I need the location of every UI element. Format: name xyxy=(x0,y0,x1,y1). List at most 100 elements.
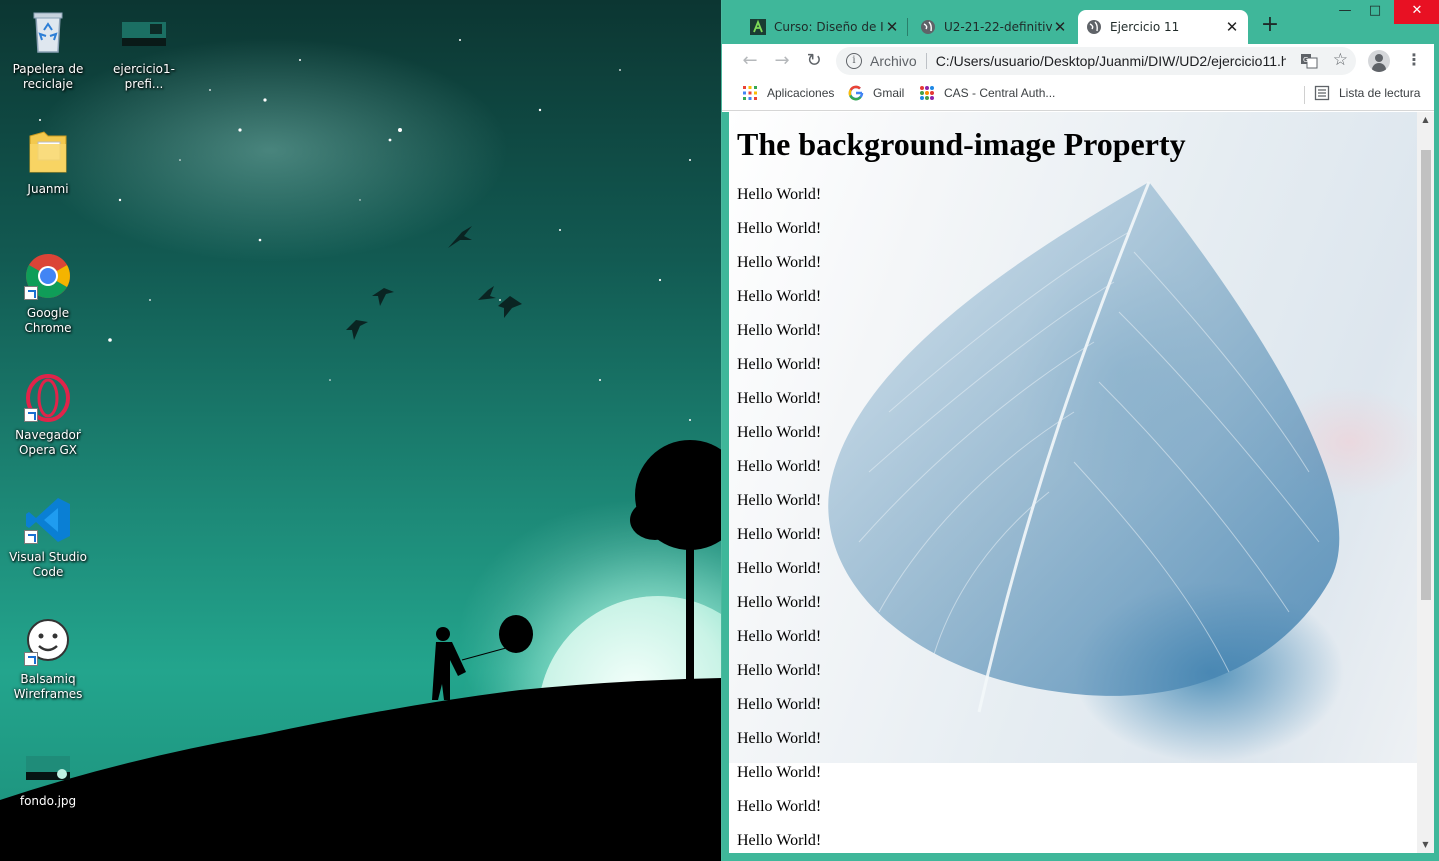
desktop-icon-juanmi[interactable]: Juanmi xyxy=(0,128,96,197)
bookmarks-bar: Aplicaciones Gmail CAS - Central Auth...… xyxy=(722,78,1439,111)
tab-close-icon[interactable]: ✕ xyxy=(884,18,900,36)
desktop-icon-recycle-bin[interactable]: Papelera de reciclaje xyxy=(0,8,96,92)
folder-icon xyxy=(24,128,72,176)
globe-icon xyxy=(1086,19,1102,35)
paragraph: Hello World! xyxy=(737,356,822,373)
shortcut-arrow-icon xyxy=(24,652,38,666)
chrome-icon xyxy=(24,252,72,300)
paragraph: Hello World! xyxy=(737,458,822,475)
paragraph: Hello World! xyxy=(737,628,822,645)
profile-avatar-icon[interactable] xyxy=(1368,50,1390,72)
translate-icon[interactable]: G xyxy=(1300,52,1318,70)
tab-ejercicio-11[interactable]: Ejercicio 11 ✕ xyxy=(1078,10,1248,44)
recycle-bin-icon xyxy=(24,8,72,56)
paragraph: Hello World! xyxy=(737,526,822,543)
svg-text:G: G xyxy=(1303,56,1308,64)
desktop-icon-vscode[interactable]: Visual Studio Code xyxy=(0,496,96,580)
desktop-icon-ejercicio1-prefi[interactable]: ejercicio1-prefi... xyxy=(96,8,192,92)
minimize-button[interactable]: — xyxy=(1330,0,1360,24)
tab-title: Curso: Diseño de Interfaces xyxy=(774,20,884,34)
paragraph: Hello World! xyxy=(737,220,822,237)
desktop-icon-label: fondo.jpg xyxy=(19,794,77,808)
google-icon xyxy=(848,85,864,101)
apps-grid-icon xyxy=(742,85,758,101)
desktop-icon-google-chrome[interactable]: Google Chrome xyxy=(0,252,96,336)
paragraph: Hello World! xyxy=(737,764,822,781)
tab-u2-definitivo[interactable]: U2-21-22-definitivo ✕ xyxy=(912,10,1076,44)
reading-list-label: Lista de lectura xyxy=(1339,86,1421,100)
bookmark-label: CAS - Central Auth... xyxy=(944,86,1056,100)
opera-gx-icon xyxy=(24,374,72,422)
bookmark-label: Aplicaciones xyxy=(767,86,835,100)
browser-window: Curso: Diseño de Interfaces ✕ U2-21-22-d… xyxy=(721,0,1439,861)
desktop-icon-label: Papelera de reciclaje xyxy=(12,62,84,91)
desktop-icon-label: Juanmi xyxy=(27,182,69,196)
moodle-icon xyxy=(750,19,766,35)
globe-icon xyxy=(920,19,936,35)
cas-icon xyxy=(919,85,935,101)
desktop-icon-label: Visual Studio Code xyxy=(9,550,87,579)
maximize-button[interactable]: □ xyxy=(1360,0,1390,24)
paragraph: Hello World! xyxy=(737,424,822,441)
paragraph: Hello World! xyxy=(737,288,822,305)
toolbar: ← → ↻ i Archivo C:/Users/usuario/Desktop… xyxy=(722,44,1439,78)
desktop-icon-fondo-jpg[interactable]: fondo.jpg xyxy=(0,740,96,809)
address-bar[interactable]: i Archivo C:/Users/usuario/Desktop/Juanm… xyxy=(836,47,1356,75)
bookmark-label: Gmail xyxy=(873,86,905,100)
bookmarks-separator xyxy=(1304,86,1305,104)
desktop-icon-label: Navegador Opera GX xyxy=(15,428,81,457)
paragraph: Hello World! xyxy=(737,730,822,747)
vertical-scrollbar[interactable]: ▲ ▼ xyxy=(1417,112,1434,853)
scroll-up-arrow-icon[interactable]: ▲ xyxy=(1417,112,1434,128)
desktop: Papelera de reciclaje ejercicio1-prefi..… xyxy=(0,0,721,861)
bookmark-gmail[interactable]: Gmail xyxy=(848,85,904,101)
new-tab-button[interactable]: + xyxy=(1258,13,1282,37)
scrollbar-thumb[interactable] xyxy=(1421,150,1431,600)
desktop-icon-balsamiq[interactable]: Balsamiq Wireframes xyxy=(0,618,96,702)
menu-kebab-icon[interactable]: ⋮ xyxy=(1406,49,1422,73)
window-frame-left xyxy=(722,112,729,853)
image-file-icon xyxy=(24,740,72,788)
url-text[interactable]: C:/Users/usuario/Desktop/Juanmi/DIW/UD2/… xyxy=(936,53,1286,69)
forward-button[interactable]: → xyxy=(770,49,794,73)
bookmark-cas[interactable]: CAS - Central Auth... xyxy=(919,85,1055,101)
tab-title: Ejercicio 11 xyxy=(1110,20,1180,34)
page-viewport[interactable]: The background-image Property Hello Worl… xyxy=(729,112,1417,853)
scroll-down-arrow-icon[interactable]: ▼ xyxy=(1417,837,1434,853)
page-heading: The background-image Property xyxy=(737,126,1186,162)
balsamiq-icon xyxy=(24,618,72,666)
reading-list-button[interactable]: Lista de lectura xyxy=(1314,85,1420,101)
paragraph: Hello World! xyxy=(737,662,822,679)
shortcut-arrow-icon xyxy=(24,530,38,544)
paragraph: Hello World! xyxy=(737,322,822,339)
reload-button[interactable]: ↻ xyxy=(802,49,826,73)
tab-close-icon[interactable]: ✕ xyxy=(1224,18,1240,36)
paragraph: Hello World! xyxy=(737,560,822,577)
paragraph: Hello World! xyxy=(737,696,822,713)
paragraph: Hello World! xyxy=(737,594,822,611)
bookmark-aplicaciones[interactable]: Aplicaciones xyxy=(742,85,834,101)
vscode-icon xyxy=(24,496,72,544)
desktop-icon-label: ejercicio1-prefi... xyxy=(113,62,175,91)
back-button[interactable]: ← xyxy=(738,49,762,73)
hill-silhouette xyxy=(0,440,721,861)
window-frame-right xyxy=(1434,44,1439,861)
desktop-icon-label: Google Chrome xyxy=(24,306,72,335)
paragraph: Hello World! xyxy=(737,798,822,815)
tab-separator xyxy=(907,18,908,36)
page-content: The background-image Property Hello Worl… xyxy=(737,112,1409,850)
info-icon[interactable]: i xyxy=(846,53,862,69)
shortcut-arrow-icon xyxy=(24,408,38,422)
bookmark-star-icon[interactable]: ☆ xyxy=(1333,50,1348,70)
divider xyxy=(925,53,927,69)
desktop-icon-opera-gx[interactable]: Navegador Opera GX xyxy=(0,374,96,458)
reading-list-icon xyxy=(1314,85,1330,101)
tab-strip: Curso: Diseño de Interfaces ✕ U2-21-22-d… xyxy=(722,0,1439,44)
image-file-icon xyxy=(120,8,168,56)
paragraph: Hello World! xyxy=(737,254,822,271)
tab-curso-diseno[interactable]: Curso: Diseño de Interfaces ✕ xyxy=(742,10,908,44)
tab-close-icon[interactable]: ✕ xyxy=(1052,18,1068,36)
close-window-button[interactable]: ✕ xyxy=(1394,0,1439,24)
shortcut-arrow-icon xyxy=(24,286,38,300)
paragraph: Hello World! xyxy=(737,390,822,407)
